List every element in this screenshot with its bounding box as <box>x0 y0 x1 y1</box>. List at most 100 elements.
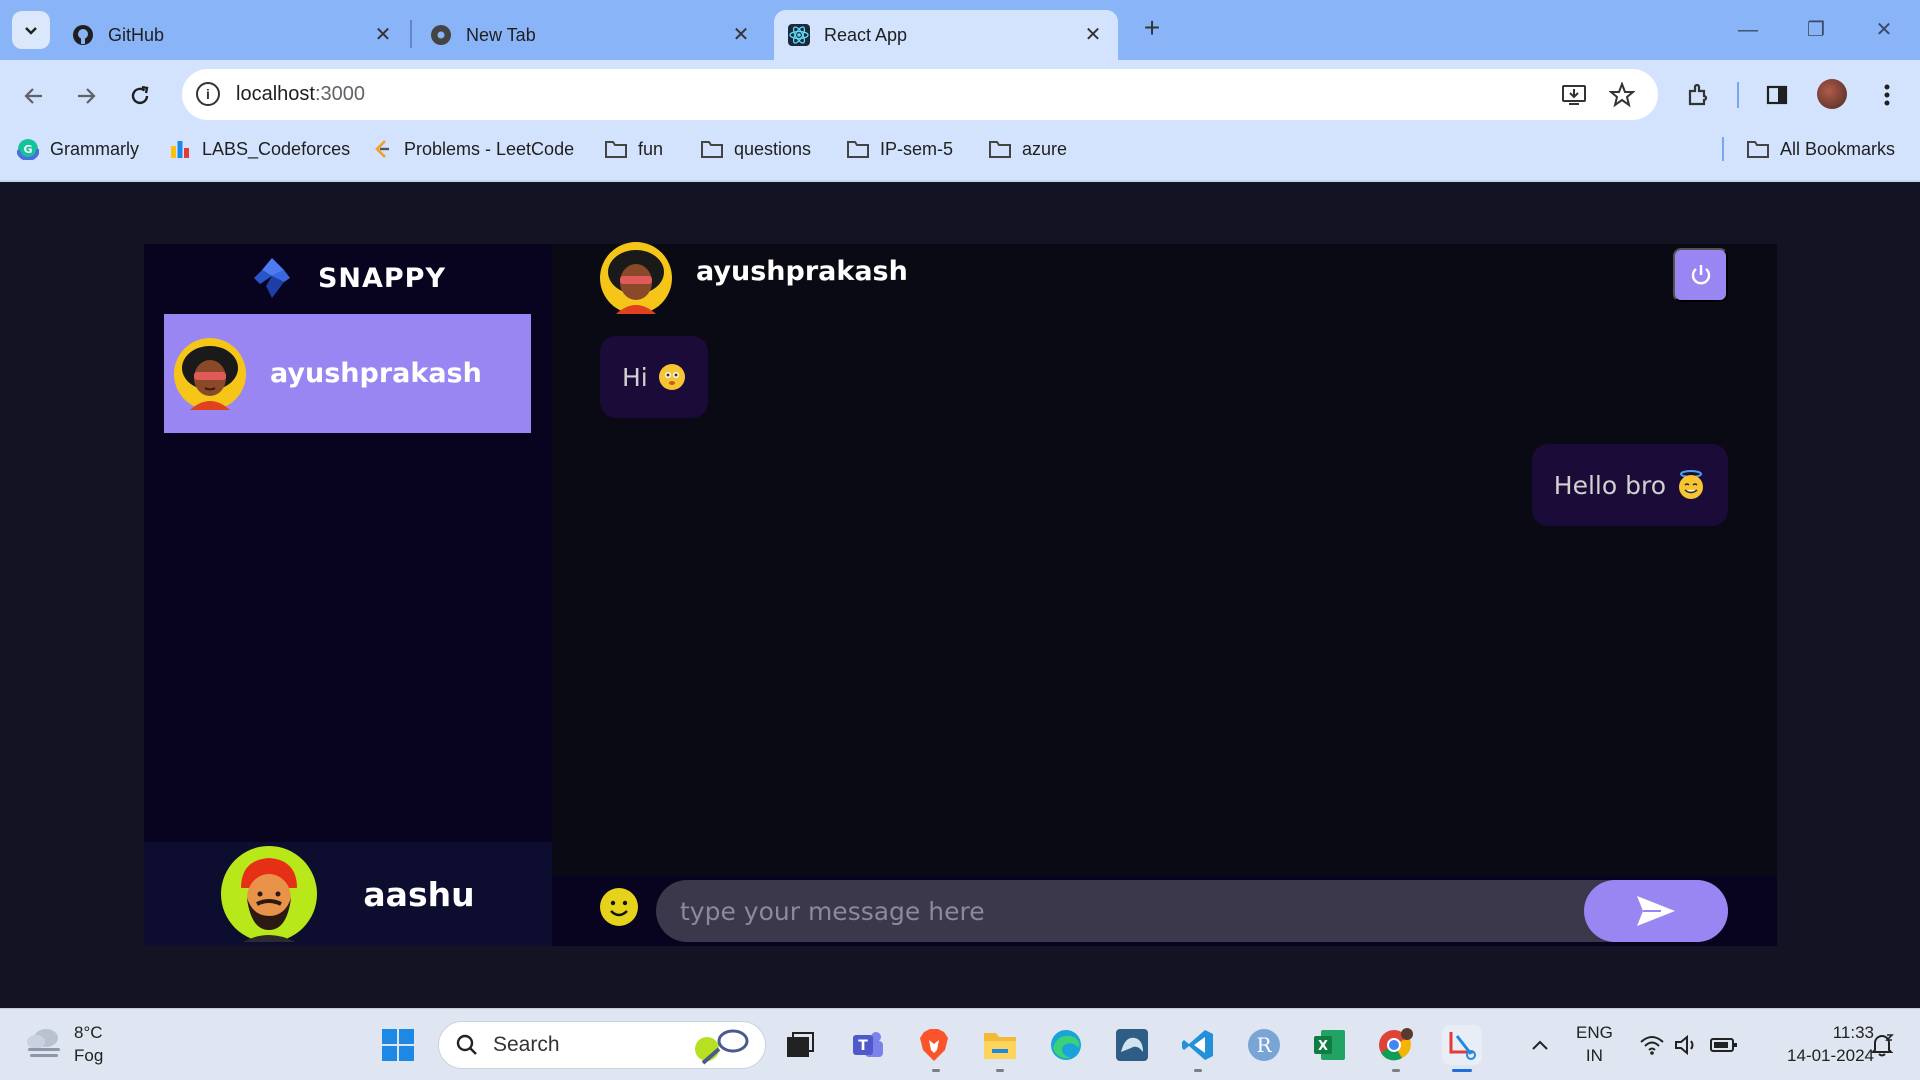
url-port: :3000 <box>314 83 365 105</box>
tab-github[interactable]: GitHub ✕ <box>58 10 408 60</box>
message-text: Hi <box>622 362 648 392</box>
halo-face-emoji-icon <box>1679 470 1703 499</box>
chat-title: ayushprakash <box>696 256 908 287</box>
brave-icon[interactable] <box>914 1025 954 1065</box>
edge-icon[interactable] <box>1046 1025 1086 1065</box>
minimize-button[interactable]: — <box>1728 14 1768 46</box>
close-icon[interactable]: ✕ <box>730 23 752 46</box>
taskbar-search[interactable]: Search <box>438 1021 766 1069</box>
smiling-face-emoji-icon <box>658 364 685 390</box>
weather-temp: 8°C <box>74 1023 103 1042</box>
new-tab-button[interactable]: + <box>1140 14 1164 42</box>
site-info-icon[interactable]: i <box>196 82 220 106</box>
brand-header: SNAPPY <box>144 244 552 312</box>
message-text: Hello bro <box>1553 470 1666 500</box>
bookmark-leetcode[interactable]: Problems - LeetCode <box>370 131 574 167</box>
folder-icon <box>846 138 870 160</box>
language-indicator[interactable]: ENG IN <box>1576 1021 1613 1067</box>
send-button[interactable] <box>1584 880 1728 942</box>
tab-react-app[interactable]: React App ✕ <box>774 10 1118 60</box>
brand-name: SNAPPY <box>317 262 447 294</box>
volume-icon[interactable] <box>1666 1025 1706 1065</box>
mysql-workbench-icon[interactable] <box>1112 1025 1152 1065</box>
contact-item-selected[interactable]: ayushprakash <box>164 314 531 433</box>
install-app-icon[interactable] <box>1560 81 1588 109</box>
arrow-right-icon <box>78 88 96 104</box>
smiley-icon <box>601 889 637 925</box>
chrome-icon <box>430 24 452 46</box>
windows-start-icon[interactable] <box>378 1025 418 1065</box>
url-text[interactable]: localhost:3000 <box>236 83 365 106</box>
battery-icon[interactable] <box>1704 1025 1744 1065</box>
bookmark-label: LABS_Codeforces <box>202 138 351 159</box>
running-indicator <box>932 1069 940 1072</box>
address-bar[interactable]: i localhost:3000 <box>182 69 1658 120</box>
folder-icon <box>604 138 628 160</box>
logout-button[interactable] <box>1673 248 1728 302</box>
clock[interactable]: 11:33 14-01-2024 <box>1754 1021 1874 1067</box>
fog-icon <box>27 1029 60 1057</box>
extensions-icon[interactable] <box>1682 78 1716 112</box>
profile-avatar[interactable] <box>1817 79 1847 109</box>
bookmark-label: Problems - LeetCode <box>404 138 575 159</box>
tab-new-tab[interactable]: New Tab ✕ <box>416 10 766 60</box>
bookmarks-divider <box>1722 137 1724 161</box>
weather-widget[interactable]: 8°C Fog <box>24 1021 103 1067</box>
message-received: Hi <box>600 336 708 418</box>
taskbar: 8°C Fog Search T R X ENG IN 11:33 14-01-… <box>0 1008 1920 1080</box>
chat-header: ayushprakash <box>552 242 1777 314</box>
all-bookmarks-button[interactable]: All Bookmarks <box>1746 131 1895 167</box>
folder-icon <box>700 138 724 160</box>
star-icon[interactable] <box>1608 81 1636 109</box>
codeforces-icon <box>168 138 192 160</box>
close-icon[interactable]: ✕ <box>1082 23 1104 46</box>
folder-icon <box>988 138 1012 160</box>
snappy-logo-icon <box>253 258 290 298</box>
task-view-icon[interactable] <box>780 1025 820 1065</box>
emoji-picker-button[interactable] <box>600 888 638 926</box>
weather-text: 8°C Fog <box>74 1021 103 1067</box>
reload-button[interactable] <box>122 78 158 114</box>
svg-text:T: T <box>858 1038 868 1054</box>
message-input[interactable] <box>656 880 1728 942</box>
file-explorer-icon[interactable] <box>980 1025 1020 1065</box>
folder-icon <box>1746 138 1770 160</box>
bookmark-folder-fun[interactable]: fun <box>604 131 663 167</box>
close-window-button[interactable]: ✕ <box>1864 14 1904 46</box>
tab-search-button[interactable] <box>12 11 50 49</box>
back-button[interactable] <box>16 78 52 114</box>
bookmark-folder-azure[interactable]: azure <box>988 131 1067 167</box>
excel-icon[interactable]: X <box>1310 1025 1350 1065</box>
language-region: IN <box>1585 1046 1603 1065</box>
current-user-name: aashu <box>363 874 475 914</box>
forward-button[interactable] <box>68 78 104 114</box>
reload-icon <box>131 85 149 105</box>
svg-text:G: G <box>23 143 32 156</box>
chat-input-bar <box>552 876 1777 946</box>
snipping-tool-icon[interactable] <box>1442 1025 1482 1065</box>
chevron-down-icon <box>25 27 37 35</box>
bookmark-codeforces[interactable]: LABS_Codeforces <box>168 131 350 167</box>
leetcode-icon <box>370 138 394 160</box>
chevron-up-icon[interactable] <box>1520 1025 1560 1065</box>
menu-kebab-icon[interactable] <box>1870 78 1904 112</box>
svg-text:X: X <box>1318 1039 1328 1054</box>
notification-bell-icon[interactable] <box>1862 1025 1902 1065</box>
avatar <box>174 337 246 410</box>
vscode-icon[interactable] <box>1178 1025 1218 1065</box>
tennis-racket-icon <box>695 1029 749 1065</box>
bookmark-folder-questions[interactable]: questions <box>700 131 811 167</box>
chat-container: ayushprakash Hi Hello bro <box>552 242 1777 946</box>
bookmark-label: IP-sem-5 <box>880 138 954 159</box>
restore-button[interactable]: ❐ <box>1796 14 1836 46</box>
chrome-icon[interactable] <box>1376 1025 1416 1065</box>
side-panel-icon[interactable] <box>1760 78 1794 112</box>
bookmark-grammarly[interactable]: G Grammarly <box>16 131 139 167</box>
contacts-panel: SNAPPY ayushprakash aashu <box>144 244 552 946</box>
close-icon[interactable]: ✕ <box>372 23 394 46</box>
current-user-panel: aashu <box>144 842 552 946</box>
bookmark-folder-ip-sem-5[interactable]: IP-sem-5 <box>846 131 953 167</box>
all-bookmarks-label: All Bookmarks <box>1780 138 1896 159</box>
teams-icon[interactable]: T <box>848 1025 888 1065</box>
r-app-icon[interactable]: R <box>1244 1025 1284 1065</box>
